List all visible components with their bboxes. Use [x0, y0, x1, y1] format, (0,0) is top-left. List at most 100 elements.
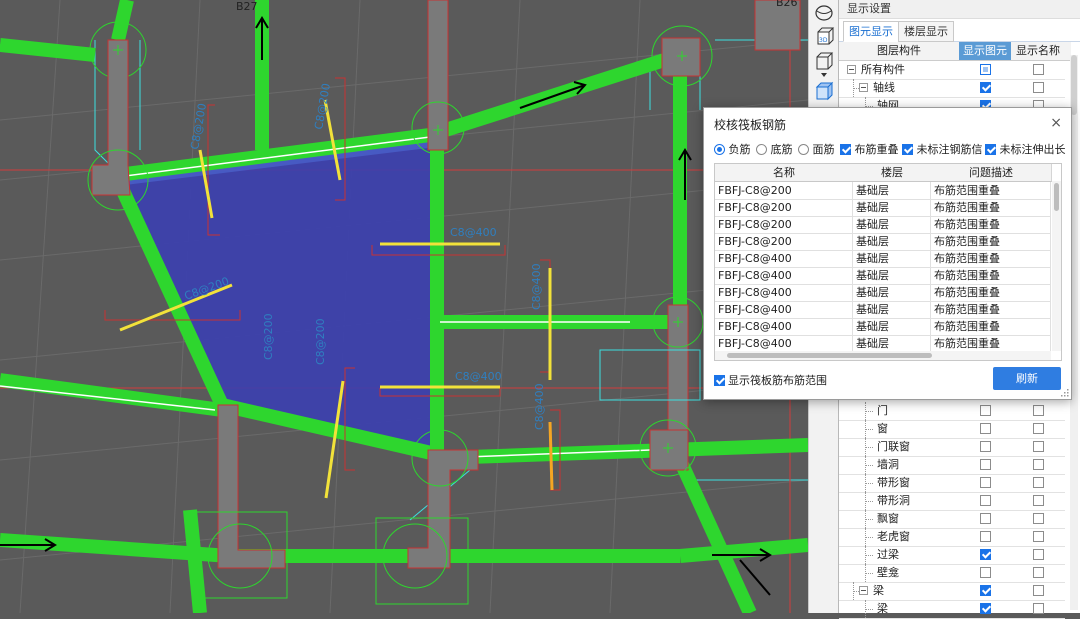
- tree-row[interactable]: 窗: [839, 420, 1065, 439]
- radio-top-rebar[interactable]: 面筋: [798, 141, 835, 157]
- table-row[interactable]: FBFJ-C8@200 基础层 布筋范围重叠: [715, 216, 1051, 234]
- table-row[interactable]: FBFJ-C8@200 基础层 布筋范围重叠: [715, 199, 1051, 217]
- show-element-checkbox[interactable]: [980, 549, 991, 560]
- check-unlabeled-extension[interactable]: 未标注伸出长: [985, 141, 1066, 157]
- table-vertical-scrollbar[interactable]: [1052, 181, 1061, 351]
- tree-row[interactable]: 梁: [839, 582, 1065, 601]
- tree-row[interactable]: 所有构件: [839, 61, 1065, 80]
- collapse-icon[interactable]: [859, 83, 868, 92]
- collapse-icon[interactable]: [859, 586, 868, 595]
- show-element-checkbox[interactable]: [980, 477, 991, 488]
- tree-row[interactable]: 过梁: [839, 546, 1065, 565]
- check-label: 未标注伸出长: [999, 143, 1066, 156]
- check-unlabeled-rebar-info[interactable]: 未标注钢筋信: [902, 141, 983, 157]
- tree-row[interactable]: 壁龛: [839, 564, 1065, 583]
- scroll-thumb[interactable]: [727, 353, 932, 358]
- table-row[interactable]: FBFJ-C8@400 基础层 布筋范围重叠: [715, 250, 1051, 268]
- tree-row[interactable]: 门联窗: [839, 438, 1065, 457]
- axis-tag-b26: B26: [776, 0, 798, 9]
- table-row[interactable]: FBFJ-C8@200 基础层 布筋范围重叠: [715, 233, 1051, 251]
- panel-scrollbar-thumb[interactable]: [1071, 55, 1077, 115]
- tree-row[interactable]: 门: [839, 402, 1065, 421]
- solid-box-icon[interactable]: [813, 80, 835, 102]
- close-icon[interactable]: ×: [1050, 115, 1062, 131]
- table-horizontal-scrollbar[interactable]: [715, 351, 1051, 360]
- refresh-button[interactable]: 刷新: [993, 367, 1061, 390]
- tree-row[interactable]: 带形窗: [839, 474, 1065, 493]
- dropdown-arrow-icon[interactable]: [813, 70, 835, 80]
- radio-indicator[interactable]: [798, 144, 809, 155]
- scroll-thumb[interactable]: [1054, 183, 1059, 211]
- check-rebar-overlap[interactable]: 布筋重叠: [840, 141, 899, 157]
- col-show-element[interactable]: 显示图元: [959, 42, 1011, 60]
- show-element-checkbox[interactable]: [980, 531, 991, 542]
- show-element-checkbox[interactable]: [980, 585, 991, 596]
- table-row[interactable]: FBFJ-C8@200 基础层 布筋范围重叠: [715, 182, 1051, 200]
- cell-name: FBFJ-C8@200: [715, 233, 853, 250]
- radio-indicator[interactable]: [714, 144, 725, 155]
- show-element-checkbox[interactable]: [980, 82, 991, 93]
- show-name-checkbox[interactable]: [1033, 567, 1044, 578]
- show-name-checkbox[interactable]: [1033, 495, 1044, 506]
- show-name-checkbox[interactable]: [1033, 603, 1044, 614]
- tree-row[interactable]: 梁: [839, 600, 1065, 619]
- box-outline-icon[interactable]: [813, 50, 835, 72]
- show-element-checkbox[interactable]: [980, 513, 991, 524]
- radio-negative-rebar[interactable]: 负筋: [714, 141, 751, 157]
- radio-bottom-rebar[interactable]: 底筋: [756, 141, 793, 157]
- table-row[interactable]: FBFJ-C8@400 基础层 布筋范围重叠: [715, 284, 1051, 302]
- show-element-checkbox[interactable]: [980, 459, 991, 470]
- checkbox[interactable]: [714, 375, 725, 386]
- rebar-line-orange[interactable]: [548, 421, 554, 491]
- check-show-raft-range[interactable]: 显示筏板筋布筋范围: [714, 372, 827, 388]
- sphere-icon[interactable]: [813, 2, 835, 24]
- show-element-checkbox[interactable]: [980, 423, 991, 434]
- cell-name: FBFJ-C8@200: [715, 216, 853, 233]
- tree-row[interactable]: 带形洞: [839, 492, 1065, 511]
- show-name-checkbox[interactable]: [1033, 441, 1044, 452]
- tree-row[interactable]: 飘窗: [839, 510, 1065, 529]
- cell-description: 布筋范围重叠: [931, 216, 1051, 233]
- show-name-checkbox[interactable]: [1033, 585, 1044, 596]
- col-floor[interactable]: 楼层: [853, 164, 932, 182]
- show-element-checkbox[interactable]: [980, 567, 991, 578]
- cad-drawing-canvas[interactable]: C8@200 C8@200 C8@400 C8@400 C8@200 C8@20…: [0, 0, 808, 613]
- show-name-checkbox[interactable]: [1033, 405, 1044, 416]
- tab-element-display[interactable]: 图元显示: [843, 21, 899, 42]
- cell-floor: 基础层: [853, 335, 931, 352]
- tab-floor-display[interactable]: 楼层显示: [898, 21, 954, 42]
- collapse-icon[interactable]: [847, 65, 856, 74]
- tree-row[interactable]: 墙洞: [839, 456, 1065, 475]
- show-name-checkbox[interactable]: [1033, 64, 1044, 75]
- show-element-checkbox[interactable]: [980, 441, 991, 452]
- 3d-box-icon[interactable]: 3D: [813, 26, 835, 48]
- tree-row[interactable]: 老虎窗: [839, 528, 1065, 547]
- checkbox[interactable]: [902, 144, 913, 155]
- table-row[interactable]: FBFJ-C8@400 基础层 布筋范围重叠: [715, 318, 1051, 336]
- show-element-checkbox[interactable]: [980, 495, 991, 506]
- checkbox[interactable]: [985, 144, 996, 155]
- show-name-checkbox[interactable]: [1033, 477, 1044, 488]
- show-name-checkbox[interactable]: [1033, 82, 1044, 93]
- col-show-name[interactable]: 显示名称: [1011, 42, 1065, 60]
- checkbox[interactable]: [840, 144, 851, 155]
- resize-grip-icon[interactable]: [1061, 389, 1069, 397]
- radio-indicator[interactable]: [756, 144, 767, 155]
- col-description[interactable]: 问题描述: [931, 164, 1052, 182]
- tree-row[interactable]: 轴线: [839, 79, 1065, 98]
- axis-tag-b27: B27: [236, 0, 258, 13]
- show-name-checkbox[interactable]: [1033, 531, 1044, 542]
- show-name-checkbox[interactable]: [1033, 423, 1044, 434]
- show-element-checkbox[interactable]: [980, 64, 991, 75]
- col-name[interactable]: 名称: [715, 164, 854, 182]
- col-layer-component[interactable]: 图层构件: [839, 42, 959, 60]
- tree-guide: [865, 501, 873, 502]
- show-element-checkbox[interactable]: [980, 405, 991, 416]
- show-element-checkbox[interactable]: [980, 603, 991, 614]
- table-row[interactable]: FBFJ-C8@400 基础层 布筋范围重叠: [715, 267, 1051, 285]
- show-name-checkbox[interactable]: [1033, 459, 1044, 470]
- tree-guide: [865, 555, 873, 556]
- show-name-checkbox[interactable]: [1033, 549, 1044, 560]
- show-name-checkbox[interactable]: [1033, 513, 1044, 524]
- table-row[interactable]: FBFJ-C8@400 基础层 布筋范围重叠: [715, 301, 1051, 319]
